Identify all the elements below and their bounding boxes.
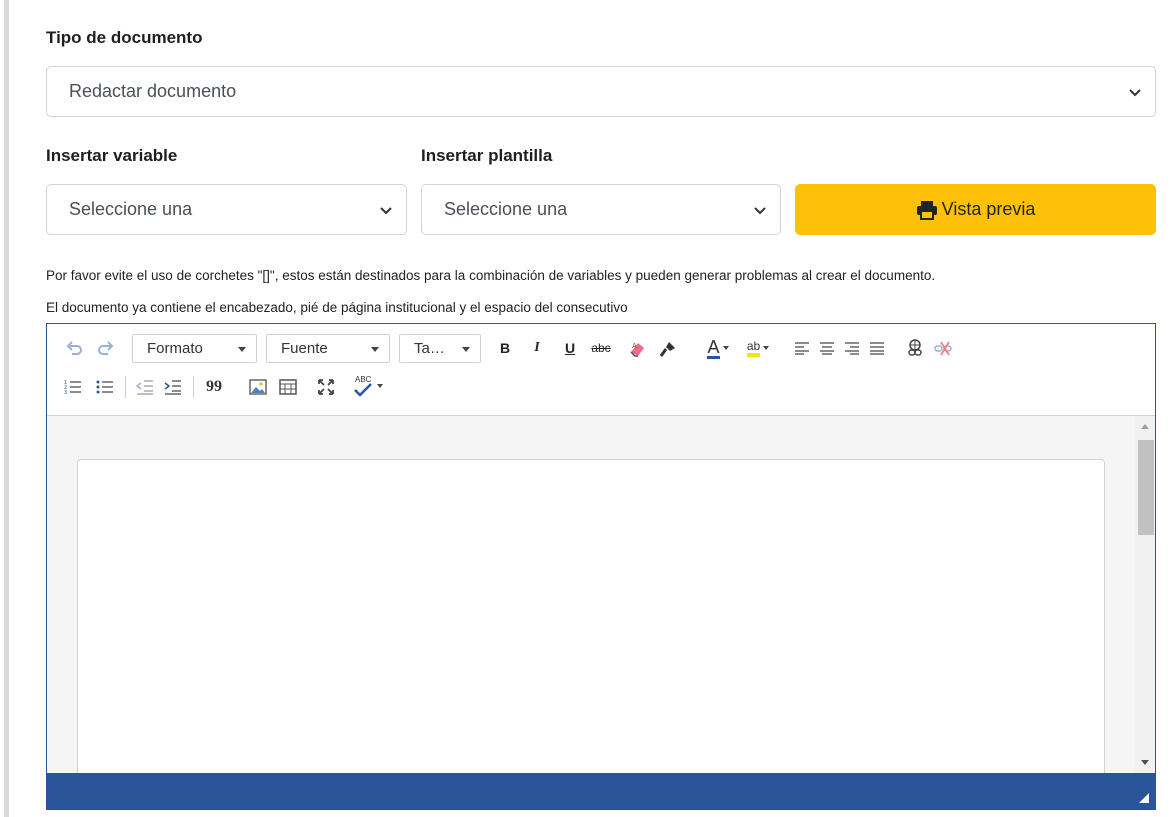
header-note: El documento ya contiene el encabezado, … <box>46 300 628 315</box>
align-justify-icon[interactable] <box>867 338 887 358</box>
unlink-icon[interactable] <box>932 337 954 359</box>
doc-type-label: Tipo de documento <box>46 28 203 47</box>
left-border <box>4 0 9 817</box>
editor-scrollbar[interactable] <box>1135 416 1155 773</box>
combo-arrow-icon <box>371 347 379 352</box>
eraser-icon[interactable]: A <box>627 338 649 360</box>
blockquote-button[interactable]: 99 <box>203 376 225 398</box>
spell-check-button[interactable]: ABC <box>350 374 386 398</box>
numbered-list-icon[interactable]: 123 <box>63 376 83 398</box>
combo-arrow-icon <box>462 347 470 352</box>
insert-variable-label: Insertar variable <box>46 146 178 165</box>
chevron-down-icon <box>1129 88 1141 96</box>
italic-button[interactable]: I <box>527 338 547 358</box>
dropdown-arrow-icon <box>763 346 770 350</box>
bold-button[interactable]: B <box>495 338 515 358</box>
resize-handle-icon[interactable] <box>1139 793 1149 803</box>
align-left-icon[interactable] <box>792 338 812 358</box>
size-combo-label: Ta… <box>414 340 445 357</box>
doc-type-value: Redactar documento <box>69 81 237 101</box>
undo-icon[interactable] <box>65 338 85 358</box>
preview-button[interactable]: Vista previa <box>795 184 1156 235</box>
toolbar-separator <box>193 376 194 398</box>
chevron-down-icon <box>754 206 766 214</box>
dropdown-arrow-icon <box>377 384 383 388</box>
checkmark-icon <box>354 383 372 397</box>
bg-color-label: ab <box>746 339 761 357</box>
editor-page[interactable] <box>77 459 1105 773</box>
link-icon[interactable] <box>904 337 926 359</box>
image-icon[interactable] <box>247 376 269 398</box>
editor-content-area <box>47 416 1155 773</box>
format-combo-label: Formato <box>147 340 203 357</box>
scroll-up-icon[interactable] <box>1141 424 1149 429</box>
preview-button-label: Vista previa <box>941 199 1036 219</box>
text-color-button[interactable]: A <box>701 336 735 360</box>
font-combo-label: Fuente <box>281 340 328 357</box>
insert-variable-value: Seleccione una <box>69 199 193 219</box>
rich-text-editor: Formato Fuente Ta… B I U abc A A ab 1 2 … <box>46 323 1156 810</box>
maximize-icon[interactable] <box>315 376 337 398</box>
outdent-icon[interactable] <box>135 376 155 398</box>
svg-text:A: A <box>632 342 637 350</box>
size-combo[interactable]: Ta… <box>399 334 481 363</box>
strikethrough-button[interactable]: abc <box>587 338 615 358</box>
doc-type-select[interactable]: Redactar documento <box>46 66 1156 117</box>
insert-template-label: Insertar plantilla <box>421 146 553 165</box>
format-combo[interactable]: Formato <box>132 334 257 363</box>
insert-template-value: Seleccione una <box>444 199 568 219</box>
scroll-thumb[interactable] <box>1138 440 1154 535</box>
dropdown-arrow-icon <box>722 346 729 350</box>
combo-arrow-icon <box>238 347 246 352</box>
font-combo[interactable]: Fuente <box>266 334 390 363</box>
indent-icon[interactable] <box>163 376 183 398</box>
format-painter-icon[interactable] <box>657 338 679 360</box>
underline-button[interactable]: U <box>560 338 580 358</box>
printer-icon <box>916 200 937 220</box>
insert-variable-select[interactable]: Seleccione una <box>46 184 407 235</box>
redo-icon[interactable] <box>95 338 115 358</box>
scroll-down-icon[interactable] <box>1141 760 1149 765</box>
svg-text:3: 3 <box>64 390 67 396</box>
insert-template-select[interactable]: Seleccione una <box>421 184 781 235</box>
table-icon[interactable] <box>277 376 299 398</box>
editor-status-bar <box>47 773 1155 809</box>
toolbar-separator <box>125 376 126 398</box>
bg-color-button[interactable]: ab <box>741 336 775 360</box>
chevron-down-icon <box>380 206 392 214</box>
editor-toolbar: Formato Fuente Ta… B I U abc A A ab 1 2 … <box>47 324 1155 416</box>
align-center-icon[interactable] <box>817 338 837 358</box>
bulleted-list-icon[interactable] <box>95 376 115 398</box>
align-right-icon[interactable] <box>842 338 862 358</box>
text-color-label: A <box>707 336 720 359</box>
brackets-warning: Por favor evite el uso de corchetes "[]"… <box>46 268 936 283</box>
